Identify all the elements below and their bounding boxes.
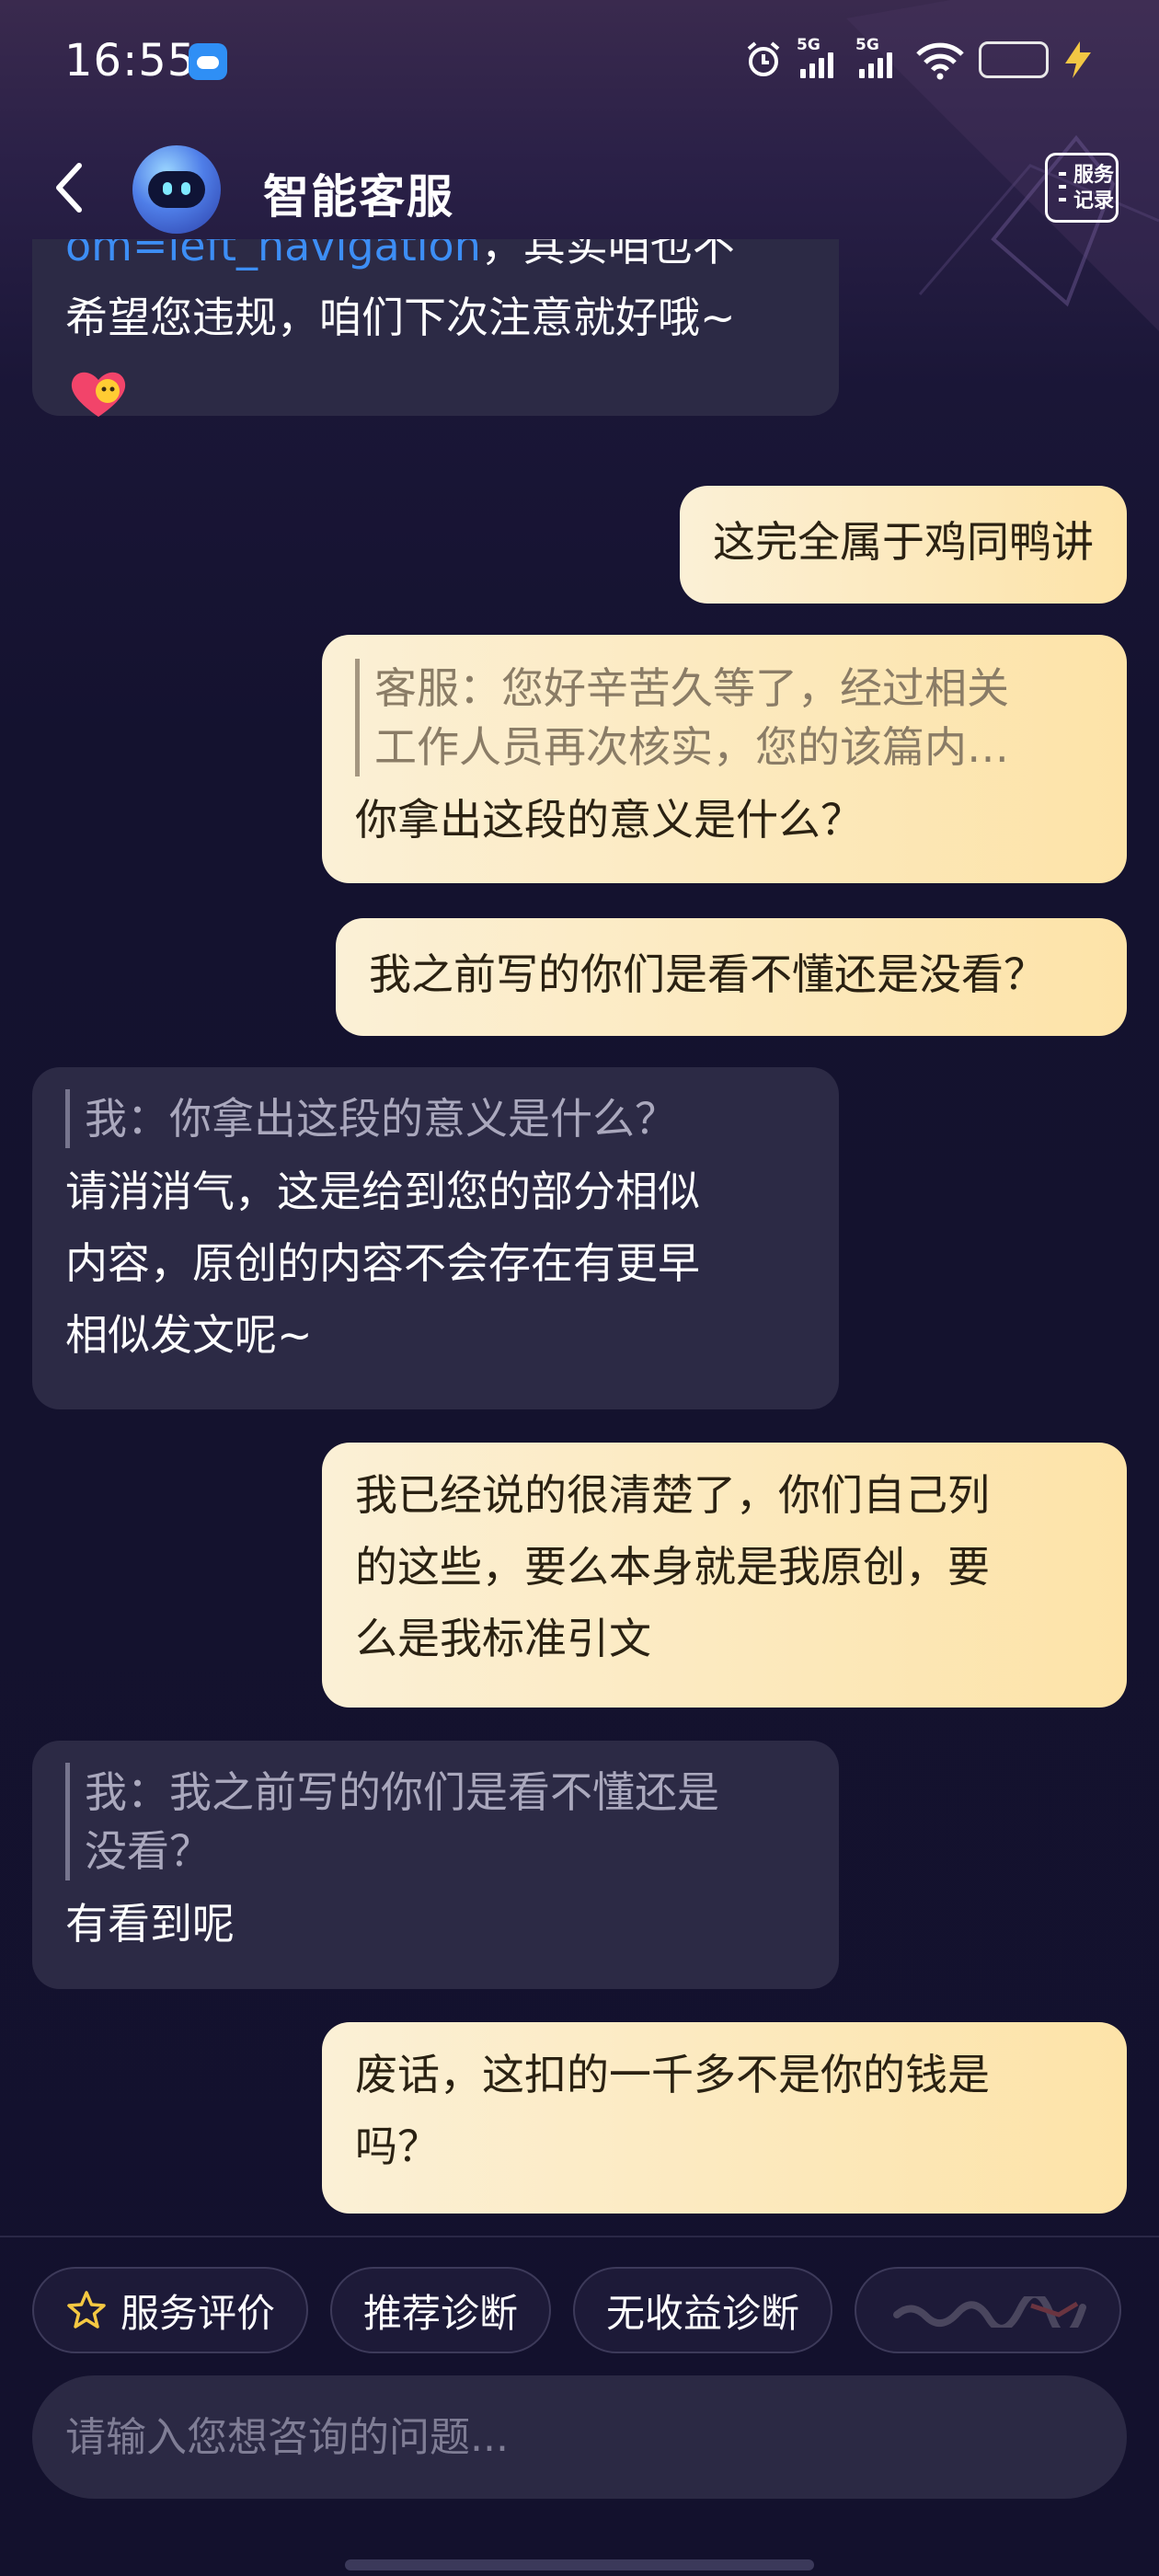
message-text: 这完全属于鸡同鸭讲 <box>713 517 1094 567</box>
page-title: 智能客服 <box>263 170 454 224</box>
user-message: 客服：您好辛苦久等了，经过相关 工作人员再次核实，您的该篇内… 你拿出这段的意义… <box>322 635 1127 883</box>
service-record-button[interactable]: 服务 记录 <box>1045 153 1119 223</box>
message-text: 废话，这扣的一千多不是你的钱是 <box>355 2050 990 2099</box>
quoted-message: 客服：您好辛苦久等了，经过相关 工作人员再次核实，您的该篇内… <box>355 659 1094 776</box>
quick-actions: 服务评价 推荐诊断 无收益诊断 <box>32 2267 1122 2353</box>
message-text: 你拿出这段的意义是什么？ <box>355 795 863 845</box>
divider <box>0 2236 1159 2237</box>
chat-screen: 16:55 5G 5G 智能客服 服务 记录 om=left_navigatio… <box>0 0 1159 2576</box>
battery-icon <box>979 41 1049 78</box>
quoted-message: 我：你拿出这段的意义是什么？ <box>65 1089 806 1148</box>
message-text: 我已经说的很清楚了，你们自己列 <box>355 1470 990 1520</box>
status-icons: 5G 5G <box>743 36 1095 83</box>
redacted-chip[interactable] <box>855 2267 1122 2353</box>
recommend-diagnosis-chip[interactable]: 推荐诊断 <box>330 2267 552 2353</box>
heart-emoji-icon <box>71 372 126 417</box>
bot-message: 我：我之前写的你们是看不懂还是 没看？ 有看到呢 <box>32 1741 839 1989</box>
message-input[interactable] <box>32 2375 1127 2499</box>
message-text: 相似发文呢~ <box>65 1310 313 1360</box>
quote-text: 我：我之前写的你们是看不懂还是 <box>85 1767 719 1817</box>
message-text: 吗？ <box>355 2122 440 2171</box>
no-revenue-diagnosis-chip[interactable]: 无收益诊断 <box>573 2267 833 2353</box>
bot-avatar <box>132 145 221 234</box>
user-message: 废话，这扣的一千多不是你的钱是 吗？ <box>322 2022 1127 2214</box>
redacted-scribble <box>893 2296 1087 2328</box>
network-label: 5G <box>855 36 879 54</box>
home-indicator[interactable] <box>345 2559 814 2570</box>
quote-text: 我：你拿出这段的意义是什么？ <box>85 1094 677 1144</box>
status-bar: 16:55 5G 5G <box>0 0 1159 129</box>
message-text: 么是我标准引文 <box>355 1614 651 1663</box>
quoted-message: 我：我之前写的你们是看不懂还是 没看？ <box>65 1763 806 1880</box>
alarm-icon <box>747 41 780 76</box>
message-text: 的这些，要么本身就是我原创，要 <box>355 1542 990 1592</box>
service-record-label: 记录 <box>1073 190 1115 213</box>
quote-text: 工作人员再次核实，您的该篇内… <box>374 722 1009 772</box>
network-label: 5G <box>797 36 820 54</box>
chip-label: 无收益诊断 <box>606 2290 800 2336</box>
back-icon[interactable] <box>48 160 94 215</box>
signal-icon: 5G <box>797 36 843 80</box>
chip-label: 服务评价 <box>120 2290 276 2336</box>
chat-header: 智能客服 服务 记录 <box>0 129 1159 248</box>
charging-icon <box>1065 41 1091 78</box>
quote-text: 客服：您好辛苦久等了，经过相关 <box>374 663 1009 713</box>
message-text: 有看到呢 <box>65 1899 235 1949</box>
chip-label: 推荐诊断 <box>363 2290 519 2336</box>
user-message: 我已经说的很清楚了，你们自己列 的这些，要么本身就是我原创，要 么是我标准引文 <box>322 1443 1127 1708</box>
status-time: 16:55 <box>64 35 197 86</box>
wifi-icon <box>916 42 964 80</box>
message-input-box[interactable] <box>32 2375 1127 2499</box>
quote-text: 没看？ <box>85 1826 212 1876</box>
bot-message: 我：你拿出这段的意义是什么？ 请消消气，这是给到您的部分相似 内容，原创的内容不… <box>32 1067 839 1409</box>
service-record-label: 服务 <box>1073 164 1115 187</box>
weather-icon <box>189 43 227 80</box>
message-text: 内容，原创的内容不会存在有更早 <box>65 1238 700 1288</box>
message-text: 希望您违规，咱们下次注意就好哦~ <box>65 293 736 342</box>
chat-messages: om=left_navigation，其实咱也不 希望您违规，咱们下次注意就好哦… <box>0 239 1159 2236</box>
user-message: 我之前写的你们是看不懂还是没看？ <box>336 918 1127 1036</box>
service-rating-chip[interactable]: 服务评价 <box>32 2267 309 2353</box>
user-message: 这完全属于鸡同鸭讲 <box>680 486 1127 604</box>
bot-message: om=left_navigation，其实咱也不 希望您违规，咱们下次注意就好哦… <box>32 239 839 417</box>
star-icon <box>67 2291 106 2329</box>
signal-icon: 5G <box>855 36 901 80</box>
message-text: 请消消气，这是给到您的部分相似 <box>65 1167 700 1216</box>
message-text: 我之前写的你们是看不懂还是没看？ <box>369 949 1046 999</box>
